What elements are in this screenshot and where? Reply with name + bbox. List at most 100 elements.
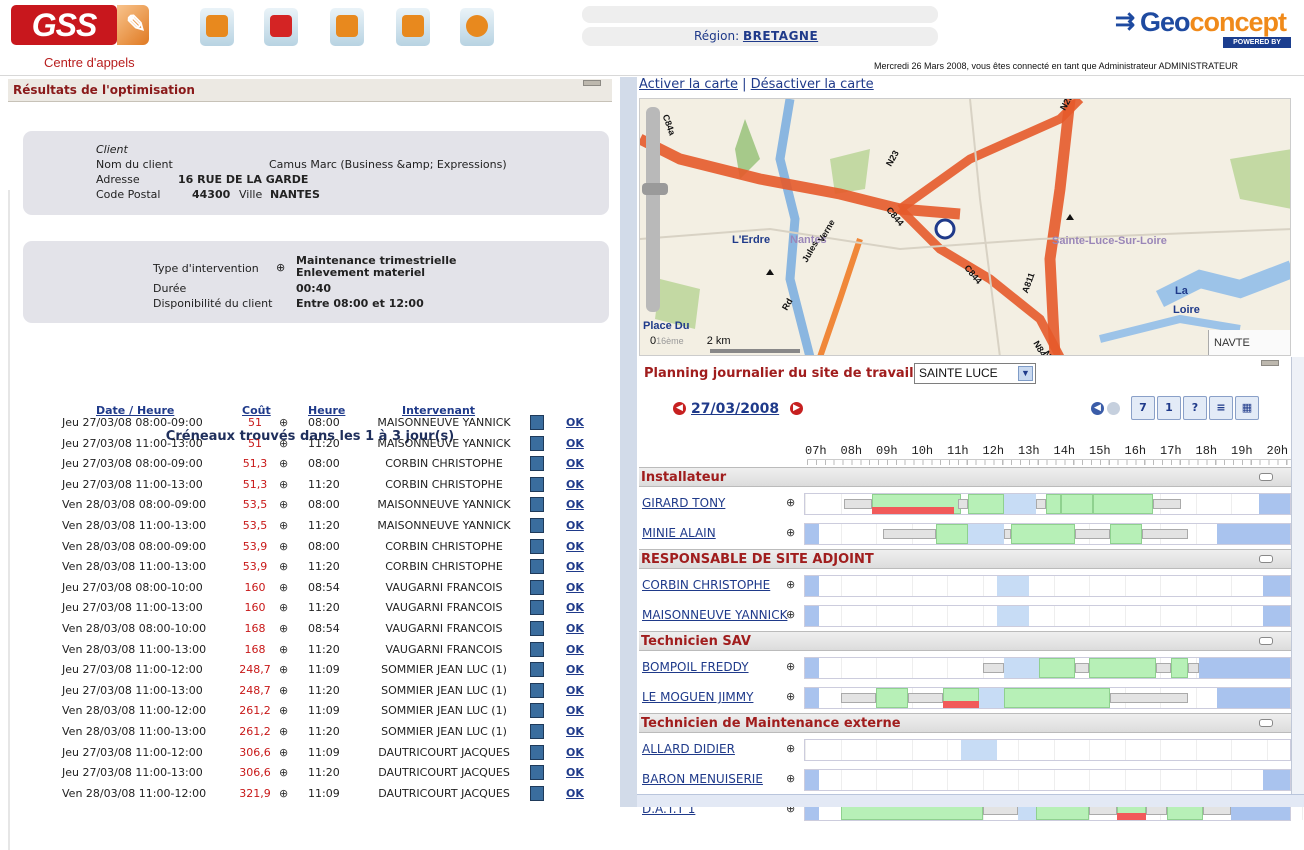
resource-name[interactable]: LE MOGUEN JIMMY	[642, 690, 753, 704]
timeline-bar-off[interactable]	[805, 524, 820, 544]
timeline-bar-free[interactable]	[978, 688, 1004, 708]
contact-card-icon[interactable]	[530, 744, 544, 760]
slot-info-icon[interactable]: ⊕	[279, 766, 288, 779]
ok-link[interactable]: OK	[566, 704, 584, 717]
contact-card-icon[interactable]	[530, 518, 544, 533]
slot-info-icon[interactable]: ⊕	[279, 519, 288, 532]
list-icon[interactable]: ≡	[1209, 396, 1233, 420]
ok-link[interactable]: OK	[566, 519, 584, 532]
folder-button[interactable]	[396, 8, 430, 46]
help-icon[interactable]: ?	[1183, 396, 1207, 420]
resource-timeline[interactable]	[804, 575, 1303, 597]
resource-name[interactable]: GIRARD TONY	[642, 496, 725, 510]
contact-card-icon[interactable]	[530, 621, 544, 636]
group-header[interactable]: RESPONSABLE DE SITE ADJOINT	[639, 549, 1291, 569]
timeline-bar-travel[interactable]	[1003, 529, 1011, 539]
timeline-bar-travel[interactable]	[1188, 663, 1200, 673]
timeline-bar-work[interactable]	[1092, 494, 1153, 514]
timeline-bar-travel[interactable]	[957, 499, 969, 509]
contact-card-icon[interactable]	[530, 559, 544, 575]
ok-link[interactable]: OK	[566, 601, 584, 614]
resource-name[interactable]: MINIE ALAIN	[642, 526, 716, 540]
collapse-icon[interactable]	[1259, 719, 1273, 727]
planning-vertical-scrollbar[interactable]	[1291, 357, 1304, 807]
ok-link[interactable]: OK	[566, 746, 584, 759]
resource-name[interactable]: MAISONNEUVE YANNICK	[642, 608, 787, 622]
slot-info-icon[interactable]: ⊕	[279, 622, 288, 635]
slot-info-icon[interactable]: ⊕	[279, 643, 288, 656]
collapse-icon[interactable]	[1259, 555, 1273, 563]
contact-card-icon[interactable]	[530, 703, 544, 719]
ok-link[interactable]: OK	[566, 643, 584, 656]
ok-link[interactable]: OK	[566, 498, 584, 511]
ok-link[interactable]: OK	[566, 560, 584, 573]
contact-card-icon[interactable]	[530, 682, 544, 698]
region-display[interactable]: Région: BRETAGNE	[694, 29, 818, 43]
prev-day-icon[interactable]: ◀	[673, 402, 686, 415]
site-select[interactable]: SAINTE LUCE ▼	[914, 363, 1036, 384]
resource-info-icon[interactable]: ⊕	[786, 578, 795, 591]
timeline-bar-off[interactable]	[805, 658, 820, 678]
slot-info-icon[interactable]: ⊕	[279, 540, 288, 553]
ok-link[interactable]: OK	[566, 540, 584, 553]
timeline-bar-work[interactable]	[1110, 524, 1143, 544]
slot-info-icon[interactable]: ⊕	[279, 457, 288, 470]
map-canvas[interactable]	[640, 99, 1291, 356]
ok-link[interactable]: OK	[566, 725, 584, 738]
slot-info-icon[interactable]: ⊕	[279, 478, 288, 491]
slot-info-icon[interactable]: ⊕	[279, 684, 288, 697]
timeline-bar-travel[interactable]	[1035, 499, 1047, 509]
timeline-bar-travel[interactable]	[1074, 529, 1111, 539]
timeline-bar-work[interactable]	[1060, 494, 1093, 514]
ok-link[interactable]: OK	[566, 766, 584, 779]
resource-timeline[interactable]	[804, 605, 1303, 627]
ok-link[interactable]: OK	[566, 787, 584, 800]
timeline-bar-off[interactable]	[805, 770, 820, 790]
timeline-bar-work[interactable]	[1170, 658, 1189, 678]
timeline-bar-off[interactable]	[1216, 688, 1290, 708]
timeline-bar-free[interactable]	[996, 576, 1029, 596]
map-view[interactable]: 016ème 2 km NAVTE N23 C84a N23 C844 C844 L'Er…	[639, 98, 1291, 356]
timeline-bar-free[interactable]	[1003, 494, 1036, 514]
power-button[interactable]	[460, 8, 494, 46]
slot-info-icon[interactable]: ⊕	[279, 416, 288, 429]
contact-card-icon[interactable]	[530, 662, 544, 678]
contact-card-icon[interactable]	[530, 415, 544, 430]
timeline-bar-off[interactable]	[1262, 770, 1290, 790]
slot-info-icon[interactable]: ⊕	[279, 560, 288, 573]
slot-info-icon[interactable]: ⊕	[279, 663, 288, 676]
timeline-bar-free[interactable]	[996, 606, 1029, 626]
contact-card-icon[interactable]	[530, 435, 544, 451]
contact-card-icon[interactable]	[530, 765, 544, 781]
ok-link[interactable]: OK	[566, 663, 584, 676]
slot-info-icon[interactable]: ⊕	[279, 746, 288, 759]
resource-info-icon[interactable]: ⊕	[786, 526, 795, 539]
timeline-bar-travel[interactable]	[1110, 693, 1189, 703]
resource-info-icon[interactable]: ⊕	[786, 660, 795, 673]
users-icon[interactable]: 1	[1157, 396, 1181, 420]
timeline-bar-booked[interactable]	[872, 507, 955, 514]
ok-link[interactable]: OK	[566, 457, 584, 470]
ok-link[interactable]: OK	[566, 478, 584, 491]
group-header[interactable]: Technicien SAV	[639, 631, 1291, 651]
slot-info-icon[interactable]: ⊕	[279, 437, 288, 450]
collapse-icon[interactable]	[1259, 637, 1273, 645]
timeline-bar-work[interactable]	[1046, 494, 1061, 514]
resource-info-icon[interactable]: ⊕	[786, 496, 795, 509]
timeline-bar-off[interactable]	[1259, 494, 1290, 514]
timeline-bar-travel[interactable]	[844, 499, 873, 509]
timeline-bar-booked[interactable]	[1117, 813, 1146, 820]
timeline-bar-travel[interactable]	[1074, 663, 1089, 673]
resource-info-icon[interactable]: ⊕	[786, 772, 795, 785]
resource-timeline[interactable]	[804, 657, 1303, 679]
contact-card-icon[interactable]	[530, 641, 544, 657]
resource-name[interactable]: ALLARD DIDIER	[642, 742, 735, 756]
slot-info-icon[interactable]: ⊕	[279, 581, 288, 594]
ok-link[interactable]: OK	[566, 416, 584, 429]
resource-name[interactable]: CORBIN CHRISTOPHE	[642, 578, 770, 592]
timeline-bar-work[interactable]	[876, 688, 908, 708]
timeline-bar-travel[interactable]	[840, 693, 876, 703]
home-button[interactable]	[200, 8, 234, 46]
contact-card-icon[interactable]	[530, 456, 544, 472]
timeline-bar-off[interactable]	[805, 606, 820, 626]
